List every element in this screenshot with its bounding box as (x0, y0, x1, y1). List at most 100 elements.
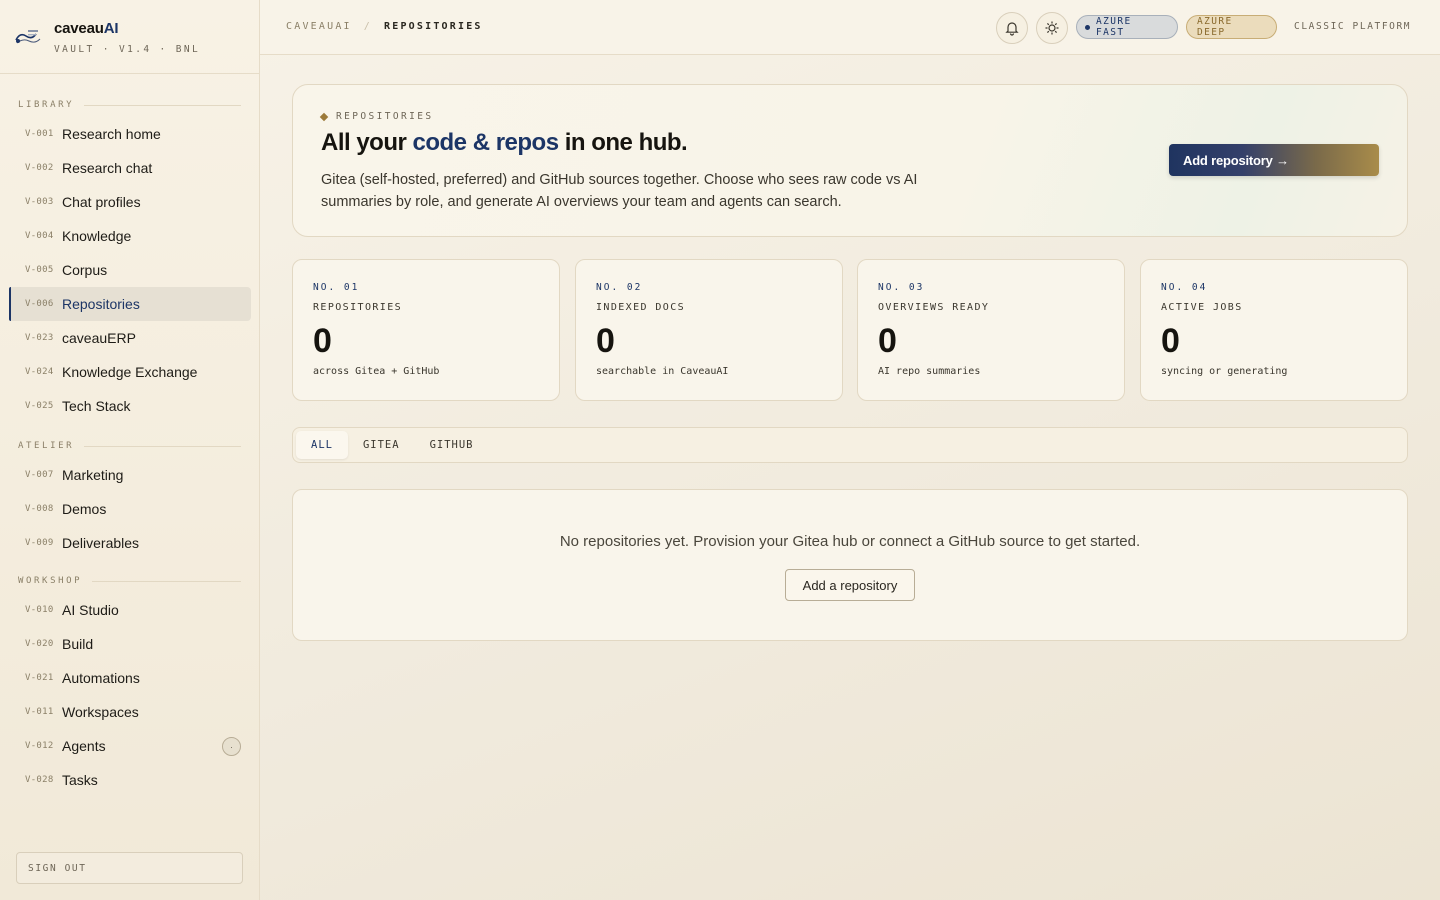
nav-item-badge: · (222, 737, 241, 756)
brand-version: VAULT · V1.4 · BNL (54, 44, 201, 55)
active-dot-icon (1085, 24, 1090, 30)
model-azure-fast-pill[interactable]: AZURE FAST (1076, 15, 1178, 39)
sidebar-item-repositories[interactable]: V-006 Repositories (9, 287, 251, 321)
stat-label: OVERVIEWS READY (878, 302, 990, 313)
sidebar-item-workspaces[interactable]: V-011 Workspaces (9, 695, 251, 729)
sidebar-item-build[interactable]: V-020 Build (9, 627, 251, 661)
stat-number: NO. 02 (596, 282, 643, 293)
stat-value: 0 (313, 322, 332, 360)
nav-section-atelier: ATELIER (0, 439, 259, 453)
nav-item-code: V-028 (25, 775, 54, 785)
breadcrumb-root[interactable]: CAVEAUAI (286, 21, 352, 32)
stat-number: NO. 04 (1161, 282, 1208, 293)
nav-item-code: V-025 (25, 401, 54, 411)
stat-card-indexed-docs: NO. 02 INDEXED DOCS 0 searchable in CaveauA… (575, 259, 843, 401)
nav-item-code: V-007 (25, 470, 54, 480)
sign-out-button[interactable]: SIGN OUT (16, 852, 243, 884)
stat-label: ACTIVE JOBS (1161, 302, 1243, 313)
nav-item-label: Demos (62, 501, 107, 517)
nav-item-label: Marketing (62, 467, 124, 483)
tab-github[interactable]: GITHUB (415, 431, 489, 459)
sidebar-item-caveauerp[interactable]: V-023 caveauERP (9, 321, 251, 355)
sidebar-item-chat-profiles[interactable]: V-003 Chat profiles (9, 185, 251, 219)
theme-toggle-button[interactable] (1036, 12, 1068, 44)
nav-item-label: Research chat (62, 160, 153, 176)
sidebar-item-tasks[interactable]: V-028 Tasks (9, 763, 251, 797)
stat-card-active-jobs: NO. 04 ACTIVE JOBS 0 syncing or generating (1140, 259, 1408, 401)
nav-item-label: Chat profiles (62, 194, 141, 210)
stat-caption: AI repo summaries (878, 366, 981, 377)
stat-caption: searchable in CaveauAI (596, 366, 729, 377)
hero-tag: REPOSITORIES (319, 111, 433, 122)
sidebar-item-demos[interactable]: V-008 Demos (9, 492, 251, 526)
nav-item-label: Automations (62, 670, 140, 686)
stat-label: REPOSITORIES (313, 302, 403, 313)
brand-name: caveauAI (54, 20, 119, 37)
page-title: All your code & repos in one hub. (321, 129, 688, 156)
diamond-icon (319, 112, 329, 121)
nav-item-label: AI Studio (62, 602, 119, 618)
sidebar-item-deliverables[interactable]: V-009 Deliverables (9, 526, 251, 560)
logo-icon (15, 30, 41, 44)
nav-item-code: V-020 (25, 639, 54, 649)
nav-section-workshop: WORKSHOP (0, 574, 259, 588)
nav-item-code: V-001 (25, 129, 54, 139)
nav-item-code: V-012 (25, 741, 54, 751)
stat-value: 0 (596, 322, 615, 360)
nav-item-label: Knowledge (62, 228, 132, 244)
sidebar-item-agents[interactable]: V-012 Agents · (9, 729, 251, 763)
notifications-button[interactable] (996, 12, 1028, 44)
model-azure-deep-pill[interactable]: AZURE DEEP (1186, 15, 1277, 39)
empty-state: No repositories yet. Provision your Gite… (292, 489, 1408, 641)
nav-item-label: Workspaces (62, 704, 139, 720)
nav-item-label: caveauERP (62, 330, 136, 346)
nav-item-label: Repositories (62, 296, 140, 312)
brand: caveauAI VAULT · V1.4 · BNL (0, 0, 259, 74)
sidebar: caveauAI VAULT · V1.4 · BNL LIBRARY V-001… (0, 0, 260, 900)
nav-item-code: V-006 (25, 299, 54, 309)
stat-card-overviews-ready: NO. 03 OVERVIEWS READY 0 AI repo summaries (857, 259, 1125, 401)
tab-all[interactable]: ALL (296, 431, 348, 459)
nav-item-label: Knowledge Exchange (62, 364, 198, 380)
sidebar-item-tech-stack[interactable]: V-025 Tech Stack (9, 389, 251, 423)
nav-item-label: Tasks (62, 772, 98, 788)
nav-item-code: V-005 (25, 265, 54, 275)
sidebar-item-research-chat[interactable]: V-002 Research chat (9, 151, 251, 185)
nav-section-library: LIBRARY (0, 98, 259, 112)
empty-state-message: No repositories yet. Provision your Gite… (559, 533, 1141, 550)
breadcrumb-current: REPOSITORIES (384, 21, 483, 32)
sidebar-item-knowledge-exchange[interactable]: V-024 Knowledge Exchange (9, 355, 251, 389)
sidebar-item-ai-studio[interactable]: V-010 AI Studio (9, 593, 251, 627)
nav-item-label: Agents (62, 738, 106, 754)
nav-item-code: V-024 (25, 367, 54, 377)
sidebar-item-corpus[interactable]: V-005 Corpus (9, 253, 251, 287)
stat-card-repositories: NO. 01 REPOSITORIES 0 across Gitea + GitHub (292, 259, 560, 401)
top-bar: CAVEAUAI / REPOSITORIES AZURE FAST AZURE… (260, 0, 1440, 55)
sidebar-item-research-home[interactable]: V-001 Research home (9, 117, 251, 151)
stat-value: 0 (878, 322, 897, 360)
add-repository-button[interactable]: Add repository → (1169, 144, 1379, 176)
nav-item-label: Research home (62, 126, 161, 142)
tab-gitea[interactable]: GITEA (348, 431, 415, 459)
breadcrumb-separator: / (363, 21, 372, 32)
classic-platform-link[interactable]: CLASSIC PLATFORM (1294, 21, 1411, 32)
bell-icon (1005, 22, 1019, 36)
nav-item-code: V-004 (25, 231, 54, 241)
sidebar-item-marketing[interactable]: V-007 Marketing (9, 458, 251, 492)
stat-number: NO. 01 (313, 282, 360, 293)
nav-item-code: V-023 (25, 333, 54, 343)
nav-item-label: Build (62, 636, 94, 652)
stat-value: 0 (1161, 322, 1180, 360)
breadcrumb: CAVEAUAI / REPOSITORIES (286, 21, 483, 32)
sidebar-item-knowledge[interactable]: V-004 Knowledge (9, 219, 251, 253)
nav-item-code: V-008 (25, 504, 54, 514)
nav-item-code: V-003 (25, 197, 54, 207)
nav-item-code: V-011 (25, 707, 54, 717)
add-a-repository-button[interactable]: Add a repository (785, 569, 915, 601)
sun-icon (1045, 21, 1059, 35)
nav-item-code: V-010 (25, 605, 54, 615)
stat-label: INDEXED DOCS (596, 302, 686, 313)
sidebar-item-automations[interactable]: V-021 Automations (9, 661, 251, 695)
nav-item-label: Corpus (62, 262, 108, 278)
stat-number: NO. 03 (878, 282, 925, 293)
